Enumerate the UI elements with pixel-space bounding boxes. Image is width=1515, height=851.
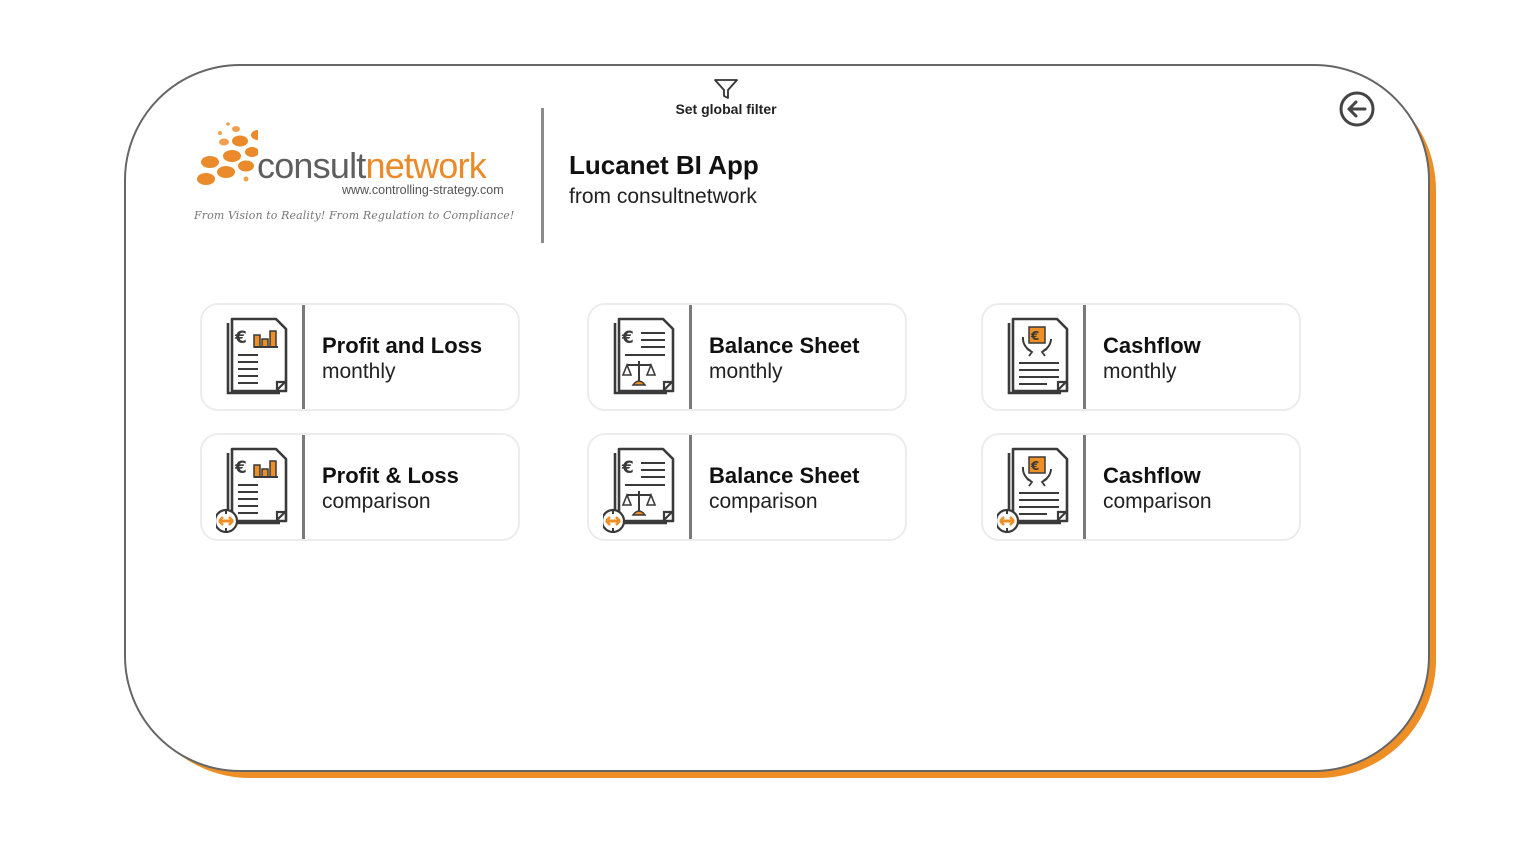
tile-balance-sheet-monthly[interactable]: Balance Sheet monthly: [587, 303, 907, 411]
page-subtitle: from consultnetwork: [569, 185, 757, 208]
tile-cashflow-comparison[interactable]: Cashflow comparison: [981, 433, 1301, 541]
funnel-icon: [714, 79, 738, 99]
tile-divider: [1083, 305, 1086, 409]
tile-title: Cashflow: [1103, 333, 1201, 358]
tile-subtitle: monthly: [322, 360, 396, 383]
tile-subtitle: comparison: [709, 490, 818, 513]
tile-cashflow-monthly[interactable]: Cashflow monthly: [981, 303, 1301, 411]
tile-subtitle: comparison: [1103, 490, 1212, 513]
tile-subtitle: comparison: [322, 490, 431, 513]
tile-divider: [1083, 435, 1086, 539]
tile-divider: [689, 435, 692, 539]
tile-divider: [302, 305, 305, 409]
header-divider: [541, 108, 544, 243]
arrow-left-circle-icon: [1339, 91, 1375, 127]
balance-sheet-comparison-icon: [600, 443, 689, 534]
tile-profit-and-loss-monthly[interactable]: Profit and Loss monthly: [200, 303, 520, 411]
tile-balance-sheet-comparison[interactable]: Balance Sheet comparison: [587, 433, 907, 541]
logo-url: www.controlling-strategy.com: [342, 183, 504, 197]
logo-dots-icon: [197, 122, 258, 185]
tile-title: Balance Sheet: [709, 463, 860, 488]
pnl-document-icon: [216, 313, 302, 403]
global-filter-button[interactable]: Set global filter: [660, 76, 792, 124]
back-button[interactable]: [1338, 90, 1376, 128]
tile-title: Balance Sheet: [709, 333, 860, 358]
tile-profit-and-loss-comparison[interactable]: Profit & Loss comparison: [200, 433, 520, 541]
tile-divider: [689, 305, 692, 409]
page-title: Lucanet BI App: [569, 150, 759, 180]
tile-title: Cashflow: [1103, 463, 1201, 488]
pnl-comparison-icon: [213, 443, 302, 534]
logo-wordmark: consultnetwork: [257, 145, 487, 186]
tile-divider: [302, 435, 305, 539]
cashflow-comparison-icon: [994, 443, 1083, 534]
cashflow-document-icon: [997, 313, 1083, 403]
company-logo: consultnetwork www.controlling-strategy.…: [188, 118, 528, 228]
tile-subtitle: monthly: [1103, 360, 1177, 383]
balance-sheet-document-icon: [603, 313, 689, 403]
tile-subtitle: monthly: [709, 360, 783, 383]
tile-title: Profit & Loss: [322, 463, 459, 488]
global-filter-label: Set global filter: [675, 101, 777, 117]
logo-tagline: From Vision to Reality! From Regulation …: [194, 209, 515, 222]
tile-title: Profit and Loss: [322, 333, 483, 358]
